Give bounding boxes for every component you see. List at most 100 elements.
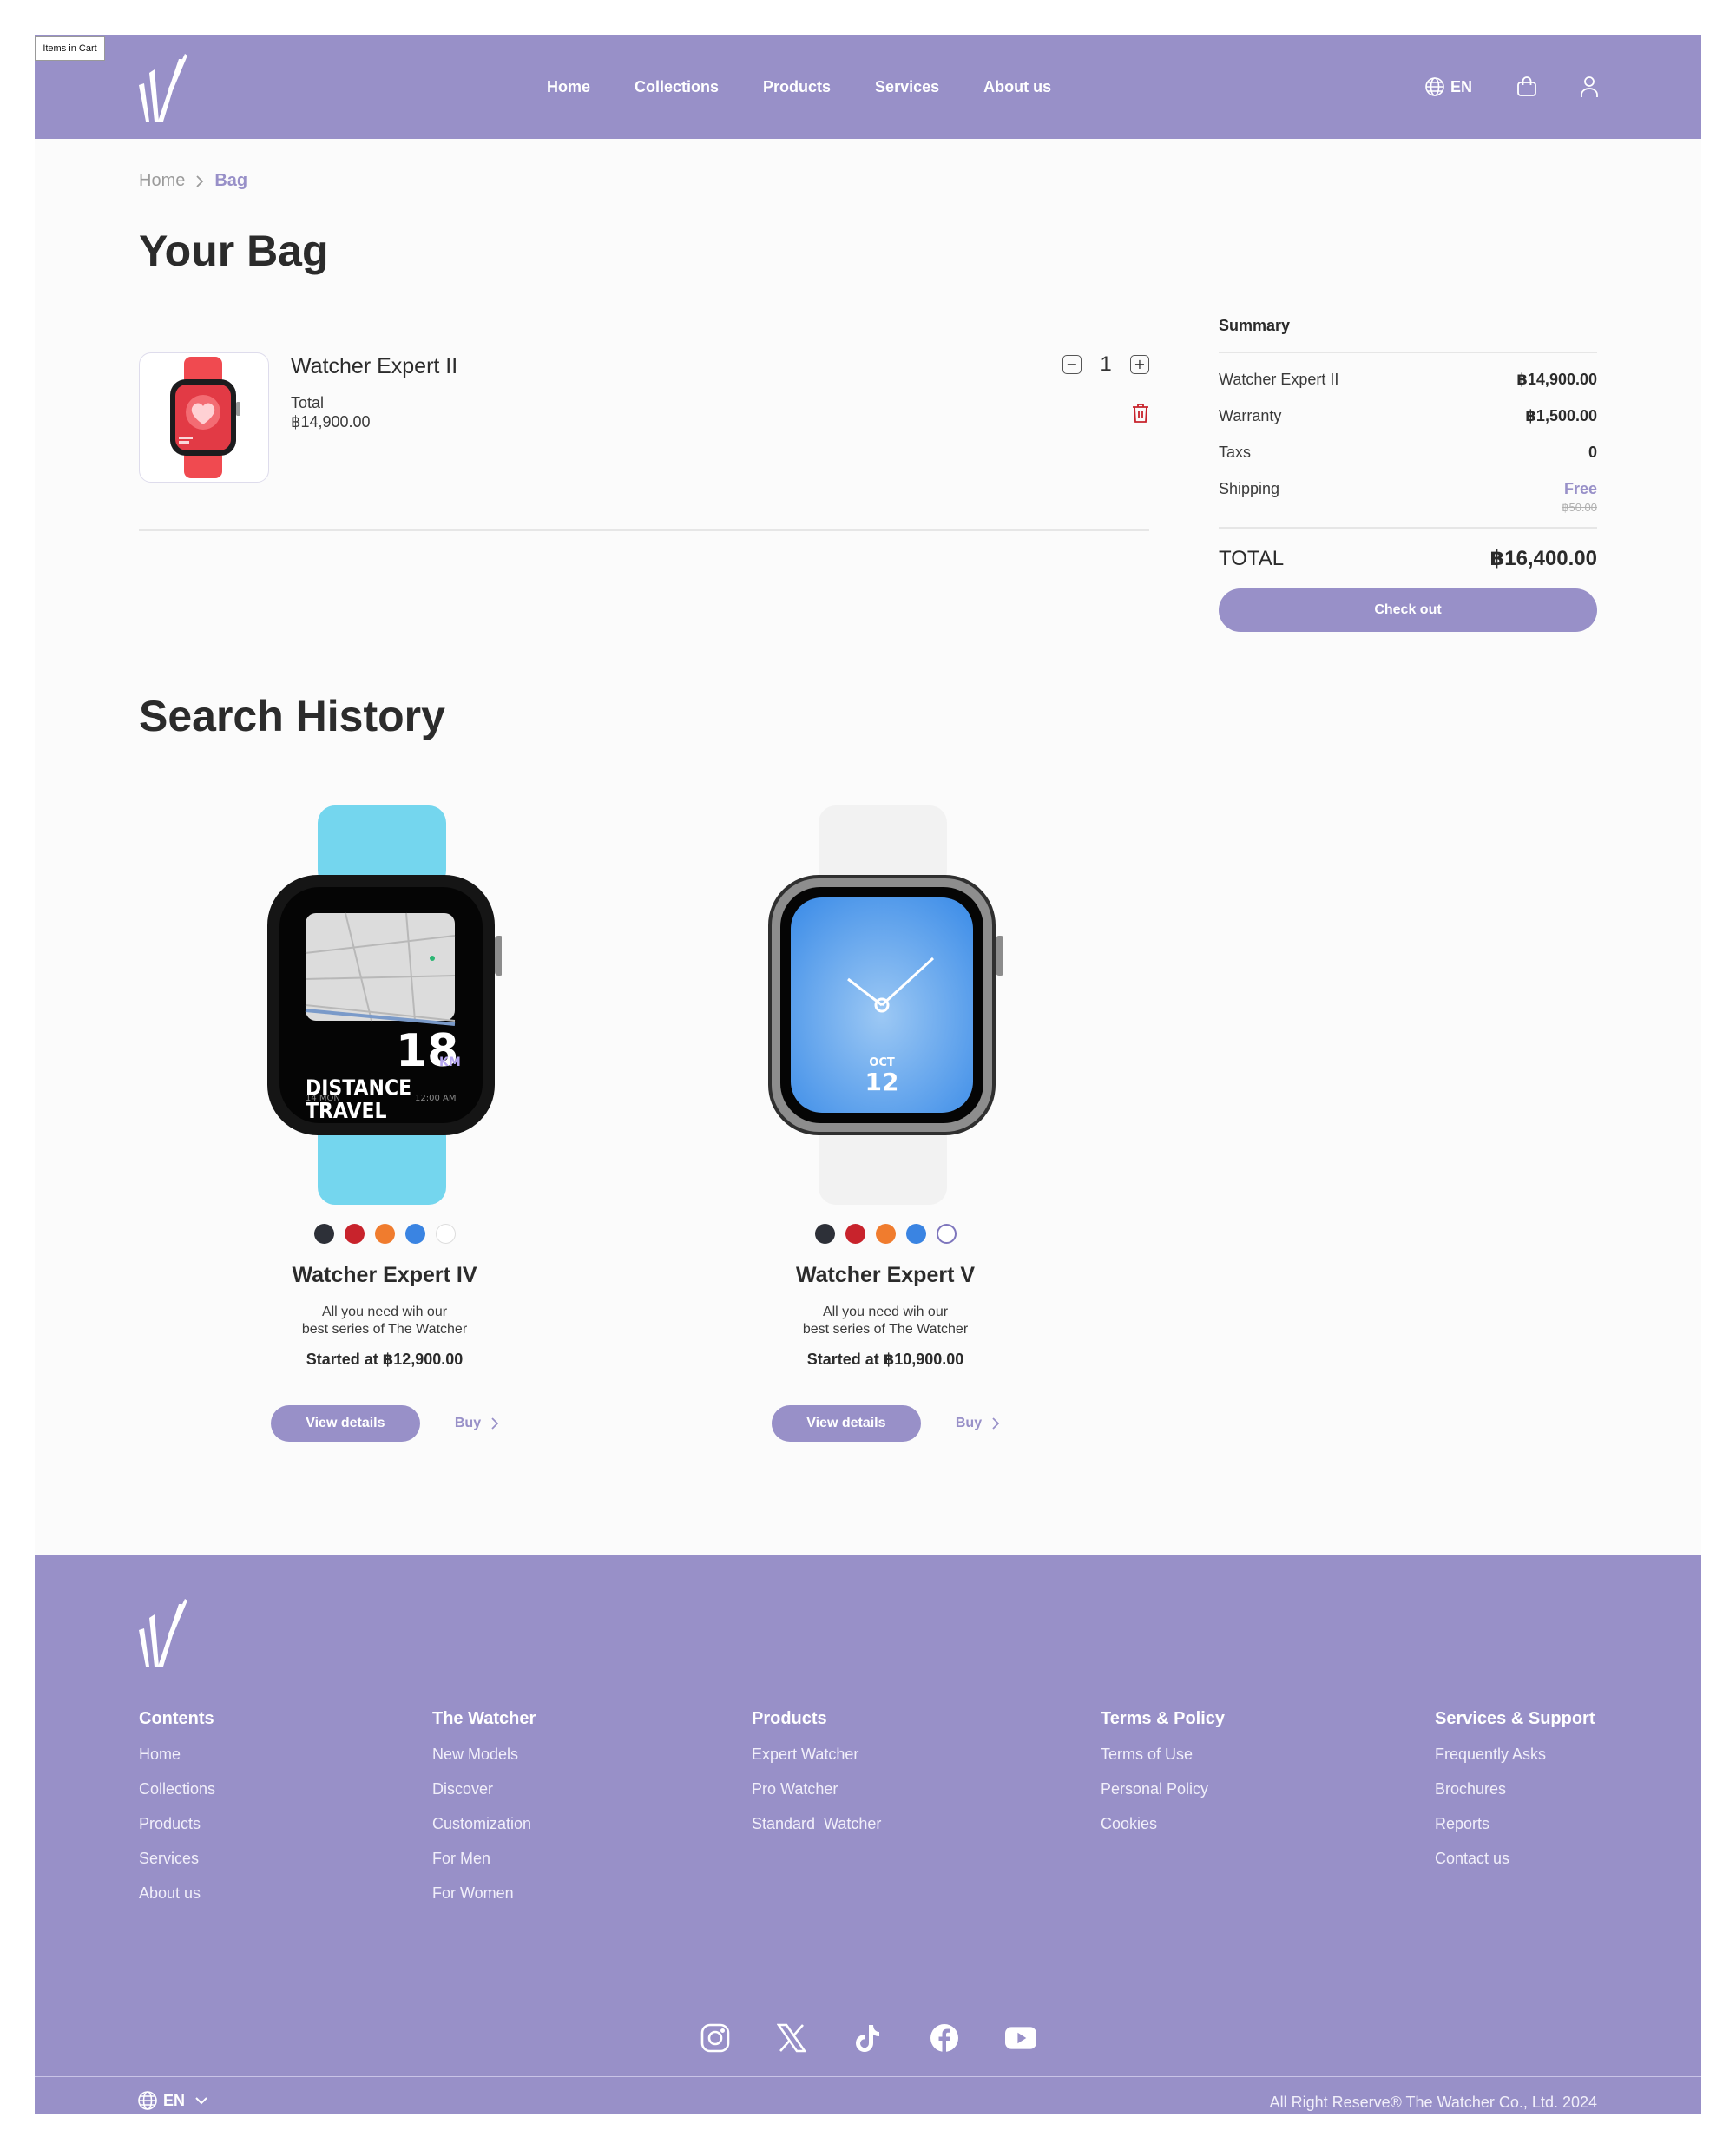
tiktok-link[interactable] [852,2022,884,2054]
product-name: Watcher Expert IV [292,1263,477,1287]
increase-quantity-button[interactable]: + [1130,355,1149,374]
view-details-button[interactable]: View details [270,1405,420,1442]
product-actions: View details Buy [703,1405,1068,1442]
footer-link[interactable]: Contact us [1435,1850,1595,1868]
product-price: Started at ฿10,900.00 [806,1351,964,1368]
buy-label: Buy [454,1416,482,1430]
instagram-icon [700,2023,730,2053]
swatch-red[interactable] [344,1224,365,1244]
swatch-white[interactable] [936,1224,957,1244]
user-icon [1581,76,1598,97]
footer-link[interactable]: About us [139,1884,215,1903]
globe-icon [1425,77,1444,96]
facebook-link[interactable] [929,2022,960,2054]
summary-value: ฿1,500.00 [1525,407,1597,424]
watch-screen-day: 12 [865,1068,899,1096]
breadcrumb-home[interactable]: Home [139,171,185,191]
swatch-dark[interactable] [313,1224,334,1244]
instagram-link[interactable] [700,2022,731,2054]
history-product-card: DISTANCE TRAVEL 18 KM 14 MON 12:00 AM Wa… [202,805,567,1442]
chevron-right-icon [196,174,204,187]
footer-link[interactable]: Services [139,1850,215,1868]
summary-total-row: TOTAL ฿16,400.00 [1219,546,1597,571]
footer-link[interactable]: Customization [432,1815,536,1833]
footer-link[interactable]: Expert Watcher [752,1746,881,1764]
footer-column-title: Products [752,1709,827,1728]
view-details-button[interactable]: View details [771,1405,921,1442]
nav-about-us[interactable]: About us [983,78,1051,96]
swatch-red[interactable] [845,1224,865,1244]
footer-link[interactable]: Discover [432,1780,536,1798]
shipping-free-value: Free [1563,480,1597,497]
x-link[interactable] [776,2022,807,2054]
brand-logo[interactable] [137,54,187,122]
footer-link[interactable]: Terms of Use [1101,1746,1225,1764]
nav-products[interactable]: Products [763,78,831,96]
checkout-button[interactable]: Check out [1219,588,1597,632]
footer-link[interactable]: Collections [139,1780,215,1798]
language-label: EN [1450,77,1472,95]
footer-link[interactable]: Brochures [1435,1780,1595,1798]
swatch-blue[interactable] [404,1224,425,1244]
remove-item-button[interactable] [1132,403,1149,428]
footer-link[interactable]: For Women [432,1884,536,1903]
quantity-stepper: − 1 + [1062,352,1149,377]
product-name: Watcher Expert V [795,1263,976,1287]
language-selector[interactable]: EN [1424,76,1472,97]
nav-services[interactable]: Services [875,78,939,96]
decrease-quantity-button[interactable]: − [1062,355,1082,374]
watch-thumbnail-image [170,357,240,478]
chevron-right-icon [992,1417,1000,1430]
page: Home Collections Products Services About… [35,35,1701,2114]
nav-collections[interactable]: Collections [635,78,719,96]
search-history-title: Search History [139,692,445,740]
footer-logo[interactable] [137,1599,187,1667]
footer-link[interactable]: Standard Watcher [752,1815,881,1833]
order-summary: Summary Watcher Expert II ฿14,900.00 War… [1219,317,1597,632]
total-value: ฿16,400.00 [1489,547,1597,570]
footer-column-title: The Watcher [432,1709,536,1728]
product-thumbnail[interactable] [139,352,269,483]
swatch-orange[interactable] [875,1224,896,1244]
summary-label: Taxs [1219,444,1252,461]
social-links [35,2022,1701,2054]
chevron-down-icon [195,2097,207,2105]
frame-label: Items in Cart [35,36,105,61]
footer-column-services-support: Services & Support Frequently Asks Broch… [1435,1709,1595,1868]
swatch-orange[interactable] [374,1224,395,1244]
footer-link[interactable]: Reports [1435,1815,1595,1833]
footer-link[interactable]: Products [139,1815,215,1833]
nav-home[interactable]: Home [547,78,590,96]
watch-product-image[interactable]: OCT 12 [768,805,1003,1205]
swatch-dark[interactable] [814,1224,835,1244]
footer-column-products: Products Expert Watcher Pro Watcher Stan… [752,1709,881,1833]
footer-link[interactable]: New Models [432,1746,536,1764]
product-price: Started at ฿12,900.00 [306,1351,464,1368]
youtube-link[interactable] [1005,2022,1036,2054]
summary-row-warranty: Warranty ฿1,500.00 [1219,407,1597,426]
product-description: All you need wih our best series of The … [202,1304,567,1338]
account-button[interactable] [1580,76,1599,98]
watch-product-image[interactable]: DISTANCE TRAVEL 18 KM 14 MON 12:00 AM [267,805,502,1205]
buy-link[interactable]: Buy [454,1416,499,1431]
footer-link[interactable]: For Men [432,1850,536,1868]
swatch-blue[interactable] [905,1224,926,1244]
footer-link[interactable]: Home [139,1746,215,1764]
summary-label: Watcher Expert II [1219,371,1339,388]
footer-link[interactable]: Cookies [1101,1815,1225,1833]
footer-link[interactable]: Frequently Asks [1435,1746,1595,1764]
swatch-white[interactable] [435,1224,456,1244]
footer-link[interactable]: Personal Policy [1101,1780,1225,1798]
bag-button[interactable] [1516,76,1538,98]
footer-language-selector[interactable]: EN [137,2090,207,2111]
breadcrumb: Home Bag [139,171,247,191]
summary-label: Shipping [1219,480,1280,497]
footer-column-contents: Contents Home Collections Products Servi… [139,1709,215,1903]
color-swatches [202,1224,567,1244]
footer-link[interactable]: Pro Watcher [752,1780,881,1798]
trash-icon [1133,404,1148,423]
shipping-original-price: ฿50.00 [1562,501,1597,514]
quantity-value: 1 [1100,352,1112,376]
buy-link[interactable]: Buy [956,1416,1000,1431]
watch-screen-time: 12:00 AM [415,1094,456,1103]
